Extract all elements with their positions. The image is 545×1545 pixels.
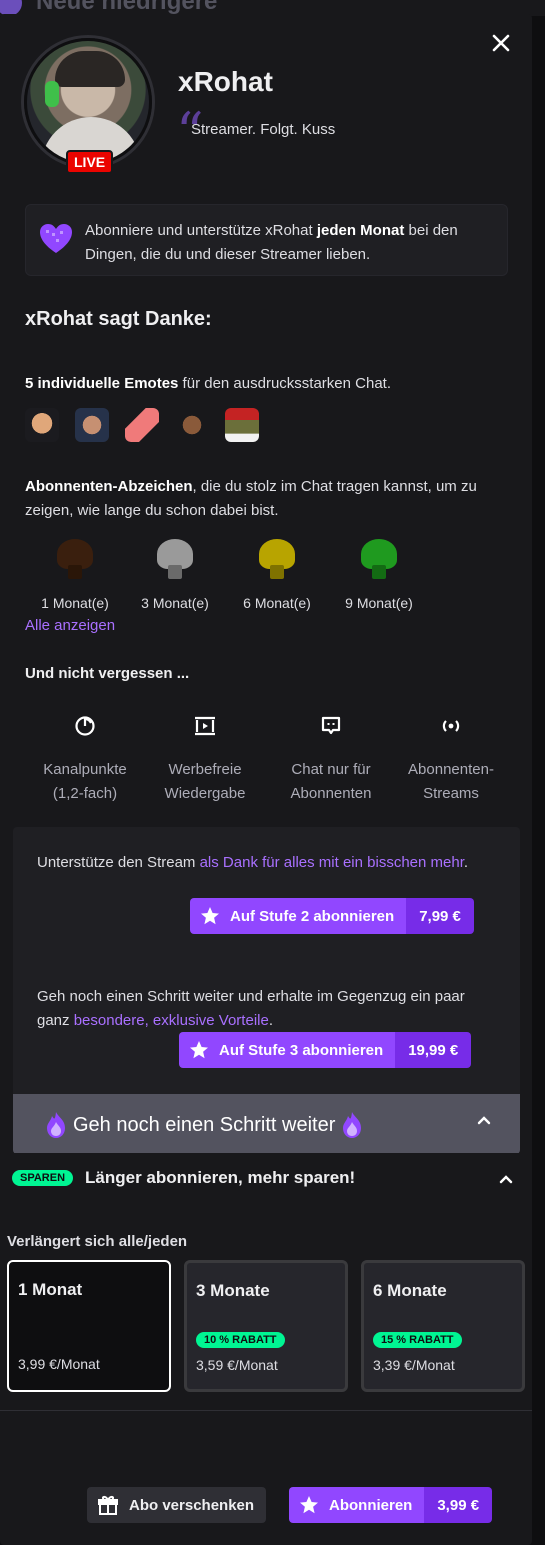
badges-description: Abonnenten-Abzeichen, die du stolz im Ch… — [25, 478, 477, 519]
star-icon — [300, 1496, 318, 1514]
chevron-up-icon — [477, 1116, 491, 1125]
emote-4[interactable] — [175, 408, 209, 442]
perks-heading: Und nicht vergessen ... — [25, 665, 190, 682]
chat-icon — [321, 716, 341, 735]
perk-list: Kanalpunkte (1,2-fach) Werbefreie Wiederga… — [25, 710, 515, 810]
plan-3-months[interactable]: 3 Monate 10 % RABATT 3,59 €/Monat — [184, 1260, 348, 1392]
subscribe-button[interactable]: Abonnieren 3,99 € — [289, 1487, 493, 1523]
perk-channel-points: Kanalpunkte (1,2-fach) — [25, 710, 145, 806]
tier2-subscribe-button[interactable]: Auf Stufe 2 abonnieren 7,99 € — [190, 898, 474, 934]
perk-ad-free: Werbefreie Wiedergabe — [145, 710, 265, 806]
emote-3[interactable] — [125, 408, 159, 442]
chevron-up-icon — [499, 1175, 513, 1184]
emote-5[interactable] — [225, 408, 259, 442]
clock-icon — [75, 716, 95, 736]
badge-list: 1 Monat(e) 3 Monat(e) 6 Monat(e) 9 Monat… — [25, 539, 425, 614]
badge-icon — [55, 539, 95, 581]
step-further-toggle[interactable]: Geh noch einen Schritt weiter — [13, 1094, 520, 1154]
star-icon — [190, 1041, 208, 1059]
savings-title: Länger abonnieren, mehr sparen! — [85, 1168, 356, 1187]
tier3-description: Geh noch einen Schritt weiter und erhalt… — [37, 988, 465, 1029]
badge-1-month: 1 Monat(e) — [25, 539, 125, 611]
tier3-subscribe-button[interactable]: Auf Stufe 3 abonnieren 19,99 € — [179, 1032, 472, 1068]
broadcast-icon — [442, 720, 460, 732]
promo-box: Abonniere und unterstütze xRohat jeden M… — [25, 204, 508, 276]
discount-badge: 15 % RABATT — [373, 1332, 462, 1348]
badge-icon — [155, 539, 195, 581]
badge-icon — [359, 539, 399, 581]
channel-name: xRohat — [178, 66, 273, 97]
close-icon — [492, 34, 510, 52]
show-all-link[interactable]: Alle anzeigen — [25, 617, 115, 634]
channel-tagline: Streamer. Folgt. Kuss — [191, 121, 336, 138]
divider — [0, 1410, 532, 1411]
savings-pill: SPAREN — [12, 1170, 74, 1186]
close-button[interactable] — [488, 32, 514, 58]
savings-header[interactable]: SPAREN Länger abonnieren, mehr sparen! — [12, 1168, 355, 1188]
plan-1-month[interactable]: 1 Monat 3,99 €/Monat — [7, 1260, 171, 1392]
promo-text: Abonniere und unterstütze xRohat jeden M… — [85, 222, 458, 263]
ad-free-icon — [195, 716, 215, 736]
tier2-description: Unterstütze den Stream als Dank für alle… — [37, 854, 469, 871]
badge-3-months: 3 Monat(e) — [125, 539, 225, 611]
channel-avatar-wrap — [24, 38, 154, 168]
renews-label: Verlängert sich alle/jeden — [7, 1233, 188, 1250]
purple-flame-icon — [343, 1112, 362, 1138]
star-icon — [201, 907, 219, 925]
emote-2[interactable] — [75, 408, 109, 442]
live-badge: LIVE — [66, 150, 114, 174]
plan-6-months[interactable]: 6 Monate 15 % RABATT 3,39 €/Monat — [361, 1260, 525, 1392]
avatar — [24, 38, 152, 166]
emote-1[interactable] — [25, 408, 59, 442]
emotes-description: 5 individuelle Emotes für den ausdruckss… — [25, 375, 391, 392]
discount-badge: 10 % RABATT — [196, 1332, 285, 1348]
savings-section: SPAREN Länger abonnieren, mehr sparen! V… — [0, 1153, 532, 1411]
thanks-heading: xRohat sagt Danke: — [25, 308, 212, 330]
gift-subscription-button[interactable]: Abo verschenken — [87, 1487, 267, 1523]
emote-list — [25, 408, 259, 442]
tier-upgrades: Unterstütze den Stream als Dank für alle… — [13, 827, 520, 1095]
heart-icon — [40, 224, 72, 253]
badge-icon — [257, 539, 297, 581]
badge-6-months: 6 Monat(e) — [227, 539, 327, 611]
perk-sub-only-chat: Chat nur für Abonnenten — [271, 710, 391, 806]
savings-collapse-button[interactable] — [498, 1171, 514, 1192]
gift-icon — [98, 1496, 118, 1515]
badge-9-months: 9 Monat(e) — [329, 539, 429, 611]
perk-sub-streams: Abonnenten- Streams — [391, 710, 511, 806]
purple-flame-icon — [47, 1112, 65, 1138]
